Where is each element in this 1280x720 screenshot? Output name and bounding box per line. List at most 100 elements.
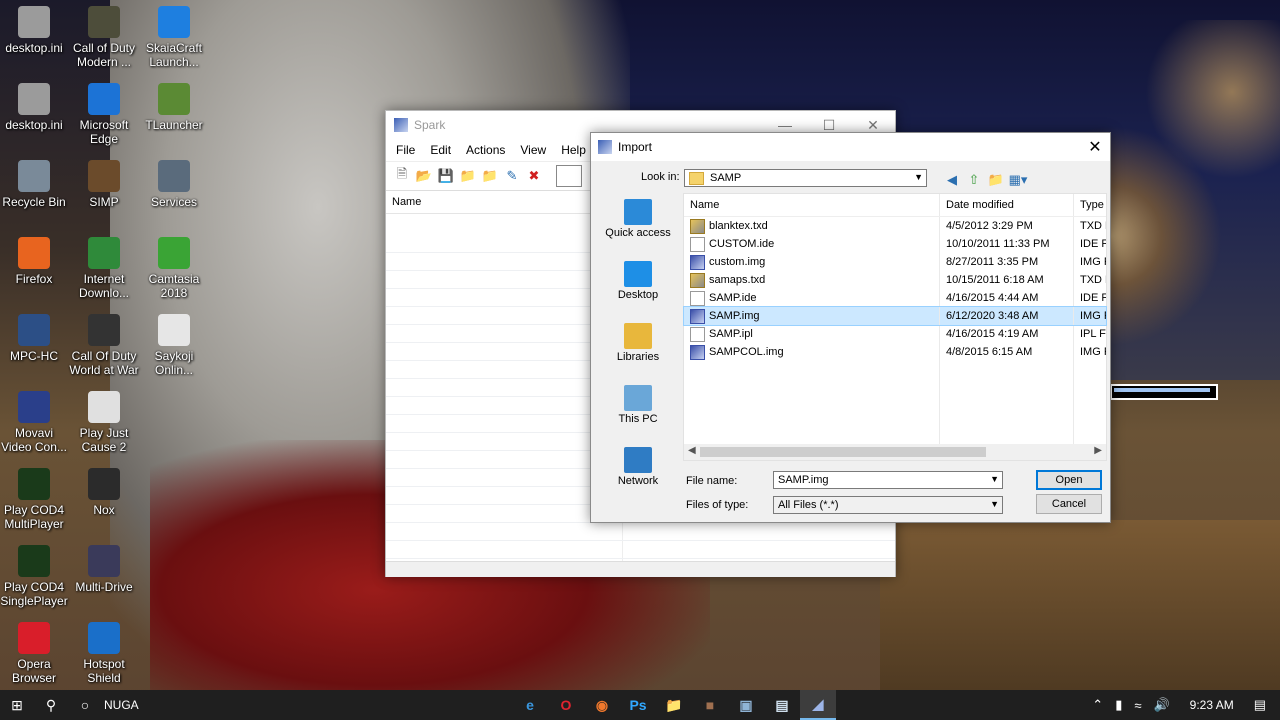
back-icon[interactable]: ◀	[941, 171, 963, 189]
desktop-icon-item[interactable]: Firefox	[0, 231, 69, 286]
place-item[interactable]: Network	[595, 447, 681, 503]
list-row[interactable]	[386, 541, 895, 559]
desktop-icon-item[interactable]: Call of Duty Modern ...	[69, 0, 139, 69]
desktop-icon-item[interactable]: Services	[139, 154, 209, 209]
look-in-dropdown[interactable]: SAMP ▼	[684, 169, 927, 187]
desktop-icon-item[interactable]: Hotspot Shield	[69, 616, 139, 685]
scroll-left-icon[interactable]: ◀	[688, 445, 696, 456]
menu-edit[interactable]: Edit	[430, 143, 451, 157]
column-name[interactable]: Name	[684, 194, 940, 216]
delete-icon[interactable]: ✖	[524, 166, 544, 186]
scroll-right-icon[interactable]: ▶	[1094, 445, 1102, 456]
place-item[interactable]: Libraries	[595, 323, 681, 379]
view-menu-icon[interactable]: ▦▾	[1007, 171, 1029, 189]
chevron-up-icon[interactable]: ⌃	[1092, 697, 1103, 713]
menu-view[interactable]: View	[520, 143, 546, 157]
notification-icon[interactable]: ▤	[1254, 697, 1266, 713]
file-date-cell: 4/16/2015 4:44 AM	[940, 289, 1074, 307]
rename-icon[interactable]: ✎	[502, 166, 522, 186]
desktop-icon-item[interactable]: desktop.ini	[0, 77, 69, 132]
wifi-icon[interactable]: ≈	[1134, 698, 1141, 713]
import-titlebar[interactable]: Import ✕	[591, 133, 1110, 161]
desktop-icon-item[interactable]: Microsoft Edge	[69, 77, 139, 146]
volume-icon[interactable]: 🔊	[1153, 697, 1169, 713]
desktop-icon-item[interactable]: Opera Browser	[0, 616, 69, 685]
desktop-icon-item[interactable]: SIMP	[69, 154, 139, 209]
scroll-thumb[interactable]	[700, 447, 986, 457]
new-file-icon[interactable]: 🗎	[392, 166, 412, 186]
cancel-button[interactable]: Cancel	[1036, 494, 1102, 514]
desktop-icon-item[interactable]: Saykoji Onlin...	[139, 308, 209, 377]
new-folder-icon[interactable]: 📁	[985, 171, 1007, 189]
desktop-icon-item[interactable]: Call Of Duty World at War	[69, 308, 139, 377]
file-row[interactable]: CUSTOM.ide 10/10/2011 11:33 PM IDE Fi	[684, 235, 1106, 253]
desktop-icon-item[interactable]: Multi-Drive	[69, 539, 139, 594]
desktop-icon-item[interactable]: MPC-HC	[0, 308, 69, 363]
place-label: Libraries	[616, 351, 660, 363]
simp-icon[interactable]: ■	[692, 690, 728, 720]
desktop-icon-item[interactable]: SkaiaCraft Launch...	[139, 0, 209, 69]
files-of-type-dropdown[interactable]: All Files (*.*) ▼	[773, 496, 1003, 514]
desktop-icon-item[interactable]: Nox	[69, 462, 139, 517]
file-row[interactable]: custom.img 8/27/2011 3:35 PM IMG F	[684, 253, 1106, 271]
spark-column-name[interactable]: Name	[392, 196, 421, 208]
desktop-icon-item[interactable]: Camtasia 2018	[139, 231, 209, 300]
column-date-modified[interactable]: Date modified	[940, 194, 1074, 216]
file-row[interactable]: SAMP.ipl 4/16/2015 4:19 AM IPL Fi	[684, 325, 1106, 343]
cortana-icon[interactable]: ○	[68, 690, 102, 720]
save-icon[interactable]: 💾	[436, 166, 456, 186]
file-row[interactable]: SAMP.img 6/12/2020 3:48 AM IMG F	[683, 306, 1107, 326]
file-type-cell: IPL Fi	[1080, 328, 1106, 340]
chevron-down-icon: ▼	[914, 172, 923, 182]
toolbar-search-input[interactable]	[556, 165, 582, 187]
battery-icon[interactable]: ▮	[1115, 697, 1122, 713]
edge-icon[interactable]: e	[512, 690, 548, 720]
spark-icon[interactable]: ◢	[800, 690, 836, 720]
photoshop-icon[interactable]: Ps	[620, 690, 656, 720]
file-name-input[interactable]: SAMP.img ▼	[773, 471, 1003, 489]
up-folder-icon[interactable]: ⇧	[963, 171, 985, 189]
open-button[interactable]: Open	[1036, 470, 1102, 490]
chevron-down-icon[interactable]: ▼	[990, 474, 999, 484]
close-icon[interactable]: ✕	[1080, 137, 1110, 157]
search-icon[interactable]: ⚲	[34, 690, 68, 720]
import-dialog[interactable]: Import ✕ Look in: SAMP ▼ ◀ ⇧ 📁 ▦▾ Quick …	[590, 132, 1111, 523]
file-row[interactable]: samaps.txd 10/15/2011 6:18 AM TXD F	[684, 271, 1106, 289]
file-list[interactable]: Name Date modified Type blanktex.txd 4/5/…	[683, 193, 1107, 461]
place-item[interactable]: Desktop	[595, 261, 681, 317]
file-row[interactable]: blanktex.txd 4/5/2012 3:29 PM TXD F	[684, 217, 1106, 235]
desktop-icon-item[interactable]: Recycle Bin	[0, 154, 69, 209]
taskbar-apps: e O ◉ Ps 📁 ■ ▣ ▤ ◢	[512, 690, 836, 720]
export-icon[interactable]: 📁	[480, 166, 500, 186]
desktop-icon-item[interactable]: Movavi Video Con...	[0, 385, 69, 454]
import-icon[interactable]: 📁	[458, 166, 478, 186]
start-icon[interactable]: ⊞	[0, 690, 34, 720]
menu-actions[interactable]: Actions	[466, 143, 505, 157]
taskbar-search-text[interactable]: NUGA	[104, 698, 139, 712]
place-item[interactable]: This PC	[595, 385, 681, 441]
monitor-icon[interactable]: ▣	[728, 690, 764, 720]
file-name-cell: CUSTOM.ide	[684, 235, 940, 253]
desktop-icon-item[interactable]: Play Just Cause 2	[69, 385, 139, 454]
opera-icon[interactable]: O	[548, 690, 584, 720]
column-type[interactable]: Type	[1074, 194, 1106, 216]
horizontal-scrollbar[interactable]: ◀ ▶	[684, 444, 1106, 460]
file-row[interactable]: SAMP.ide 4/16/2015 4:44 AM IDE Fi	[684, 289, 1106, 307]
file-name-text: SAMP.ide	[709, 292, 757, 304]
file-row[interactable]: SAMPCOL.img 4/8/2015 6:15 AM IMG F	[684, 343, 1106, 361]
menu-help[interactable]: Help	[561, 143, 586, 157]
clock[interactable]: 9:23 AM	[1190, 698, 1234, 712]
desktop-icon-item[interactable]: Play COD4 SinglePlayer	[0, 539, 69, 608]
menu-file[interactable]: File	[396, 143, 415, 157]
list-row[interactable]	[386, 523, 895, 541]
file-explorer-icon[interactable]: 📁	[656, 690, 692, 720]
desktop-icon-item[interactable]: desktop.ini	[0, 0, 69, 55]
place-item[interactable]: Quick access	[595, 199, 681, 255]
desktop-icon-item[interactable]: TLauncher	[139, 77, 209, 132]
notepad-icon[interactable]: ▤	[764, 690, 800, 720]
star-icon	[624, 199, 652, 225]
desktop-icon-item[interactable]: Internet Downlo...	[69, 231, 139, 300]
firefox-icon[interactable]: ◉	[584, 690, 620, 720]
open-folder-icon[interactable]: 📂	[414, 166, 434, 186]
desktop-icon-item[interactable]: Play COD4 MultiPlayer	[0, 462, 69, 531]
